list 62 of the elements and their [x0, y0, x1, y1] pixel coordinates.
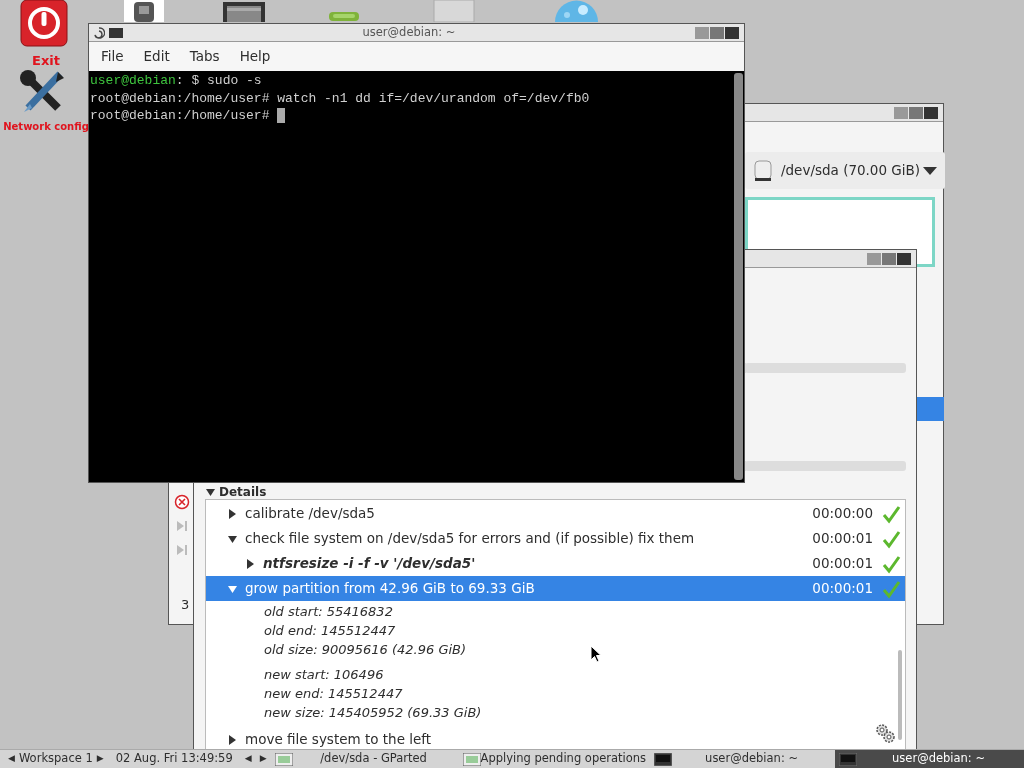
detail-text: old size: 90095616 (42.96 GiB) — [264, 641, 467, 659]
workspace-label: Workspace 1 — [18, 750, 93, 768]
scrollbar[interactable] — [898, 650, 902, 740]
check-icon — [881, 553, 901, 574]
expander-icon[interactable] — [228, 508, 237, 519]
expander-icon[interactable] — [246, 558, 255, 569]
status-text: 3 — [181, 596, 190, 614]
check-icon — [881, 528, 901, 549]
maximize-button[interactable] — [882, 252, 896, 265]
detail-text: old end: 145512447 — [264, 622, 396, 640]
terminal-line: user@debian: $ sudo -s — [90, 72, 262, 90]
scrollbar[interactable] — [734, 73, 743, 480]
window-title: user@debian: ~ — [361, 23, 457, 41]
arrow-button[interactable]: ◀ — [240, 752, 256, 766]
taskbar-button[interactable]: /dev/sda - GParted — [270, 750, 459, 768]
taskbar-button[interactable]: user@debian: ~ — [835, 750, 1024, 768]
expander-icon[interactable] — [228, 533, 237, 544]
arrow-button[interactable]: ▶ — [92, 752, 108, 766]
tree-row[interactable]: ntfsresize -i -f -v '/dev/sda5' 00:00:01 — [206, 551, 905, 576]
detail-text: old start: 55416832 — [264, 603, 393, 621]
monitor-icon[interactable] — [222, 0, 266, 22]
detail-text: new start: 106496 — [264, 666, 384, 684]
detail-text: new end: 145512447 — [264, 685, 403, 703]
tree-row[interactable]: move file system to the left — [206, 727, 905, 752]
maximize-button[interactable] — [909, 106, 923, 119]
terminal-icon — [839, 752, 858, 766]
device-dropdown[interactable]: /dev/sda (70.00 GiB) — [745, 152, 945, 189]
terminal-line: root@debian:/home/user# — [90, 107, 271, 125]
detail-text: new size: 145405952 (69.33 GiB) — [264, 704, 482, 722]
maximize-button[interactable] — [710, 26, 724, 39]
expander-icon[interactable] — [228, 734, 237, 745]
menu-item[interactable]: Tabs — [181, 46, 228, 67]
arrow-button[interactable]: ▶ — [255, 752, 271, 766]
expander-icon[interactable] — [206, 488, 215, 496]
taskbar-button[interactable]: user@debian: ~ — [650, 750, 836, 768]
close-button[interactable] — [924, 106, 938, 119]
clock: 02 Aug. Fri 13:49:59 — [115, 750, 233, 768]
close-button[interactable] — [725, 26, 739, 39]
menu-item[interactable]: Edit — [135, 46, 178, 67]
check-icon — [881, 503, 901, 524]
tree-row[interactable]: calibrate /dev/sda5 00:00:00 — [206, 501, 905, 526]
tree-row[interactable]: check file system on /dev/sda5 for errors and (if possible) fix them 00:00:01 — [206, 526, 905, 551]
window-icon — [462, 752, 481, 766]
row-highlight — [916, 397, 944, 421]
check-icon — [881, 578, 901, 599]
close-button[interactable] — [897, 252, 911, 265]
terminal-icon[interactable] — [109, 27, 123, 38]
terminal-line: root@debian:/home/user# watch -n1 dd if=/dev/urandom of=/dev/fb0 — [90, 89, 590, 107]
arrow-button[interactable]: ◀ — [4, 752, 19, 766]
terminal-icon — [654, 752, 673, 766]
menu-item[interactable]: File — [93, 46, 132, 67]
power-icon[interactable] — [20, 0, 68, 48]
taskbar-button[interactable]: Applying pending operations — [458, 750, 651, 768]
swirl-icon[interactable] — [93, 26, 105, 39]
menu-item[interactable]: Help — [231, 46, 279, 67]
gears-icon[interactable] — [874, 722, 896, 744]
cancel-icon[interactable] — [174, 494, 190, 510]
caret-icon — [923, 166, 937, 175]
mouse-cursor — [590, 644, 602, 663]
expander-label[interactable]: Details — [219, 486, 267, 498]
window-icon — [274, 752, 293, 766]
tree-row[interactable]: grow partition from 42.96 GiB to 69.33 GiB 00:00:01 — [206, 576, 905, 601]
